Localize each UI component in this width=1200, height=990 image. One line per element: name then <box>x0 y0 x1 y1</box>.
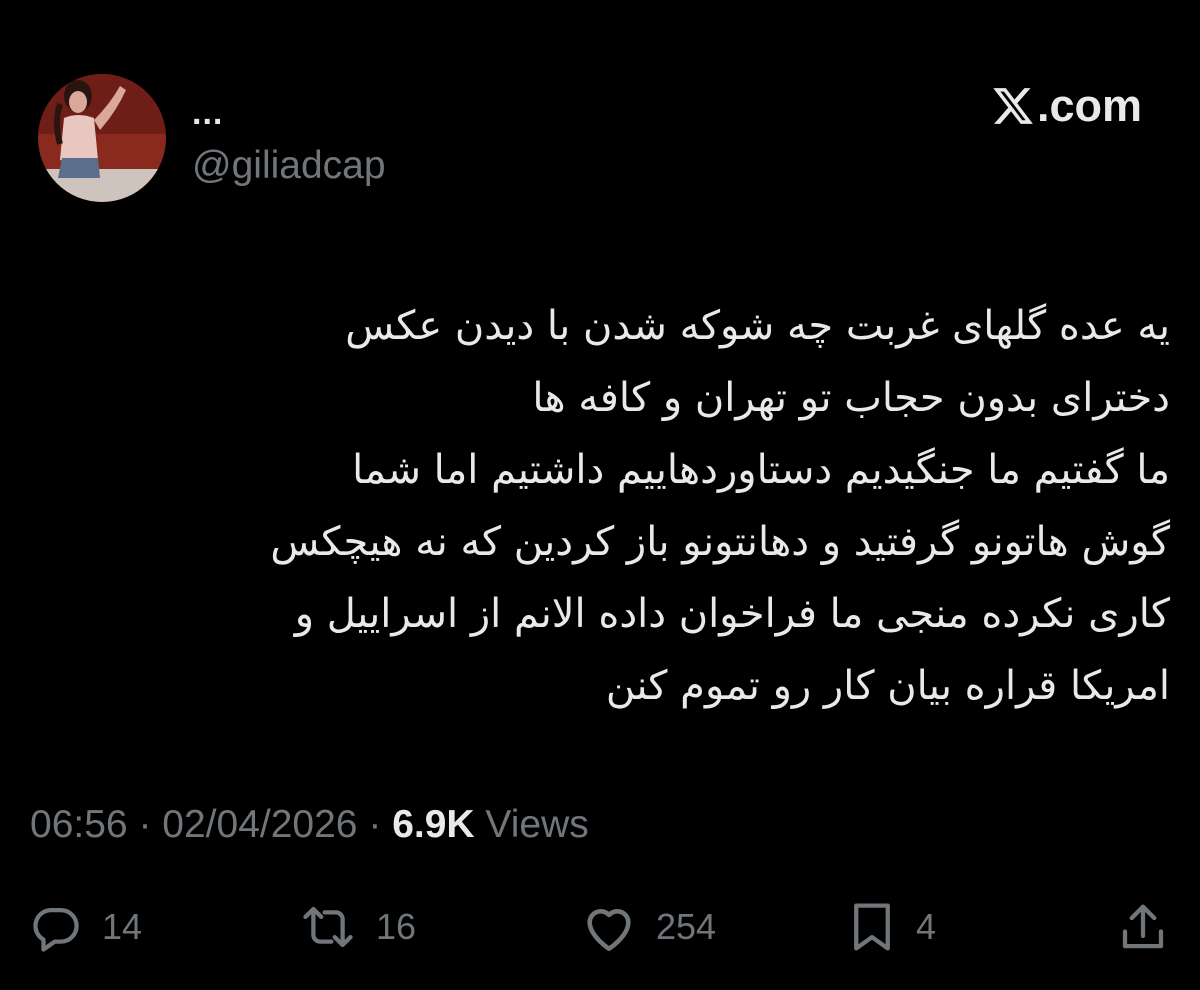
x-logo-icon <box>993 88 1033 124</box>
reply-count: 14 <box>102 906 143 947</box>
like-count: 254 <box>656 906 717 947</box>
reply-icon <box>33 907 79 952</box>
tweet-actions: 14 16 254 4 <box>0 900 1200 960</box>
user-handle[interactable]: @giliadcap <box>192 143 386 189</box>
profile-photo <box>38 74 166 202</box>
meta-separator: · <box>368 803 382 846</box>
bookmark-button[interactable]: 4 <box>846 900 936 954</box>
retweet-count: 16 <box>376 906 417 947</box>
tweet-line: امریکا قراره بیان کار رو تموم کنن <box>605 663 1170 709</box>
tweet-text: یه عده گلهای غربت چه شوکه شدن با دیدن عک… <box>20 290 1170 722</box>
share-button[interactable] <box>1118 900 1168 954</box>
tweet-line: گوش هاتونو گرفتید و دهانتونو باز کردین ک… <box>270 519 1170 565</box>
like-button[interactable]: 254 <box>580 900 716 954</box>
views-label[interactable]: Views <box>485 803 588 846</box>
tweet-time[interactable]: 06:56 <box>30 803 128 846</box>
tweet-line: دخترای بدون حجاب تو تهران و کافه ها <box>532 375 1170 421</box>
tweet-line: کاری نکرده منجی ما فراخوان داده الانم از… <box>294 591 1170 637</box>
retweet-icon <box>303 906 353 948</box>
display-name[interactable]: ... <box>192 96 223 130</box>
tweet-line: ما گفتیم ما جنگیدیم دستاوردهاییم داشتیم … <box>352 447 1170 493</box>
bookmark-count: 4 <box>916 906 937 947</box>
meta-separator: · <box>138 803 152 846</box>
views-count[interactable]: 6.9K <box>392 803 474 846</box>
tweet-line: یه عده گلهای غربت چه شوکه شدن با دیدن عک… <box>345 303 1170 349</box>
retweet-button[interactable]: 16 <box>298 900 416 954</box>
share-icon <box>1122 904 1164 949</box>
tweet-meta: 06:56 · 02/04/2026 · 6.9K Views <box>30 802 589 848</box>
heart-icon <box>587 909 631 952</box>
x-brand: .com <box>991 82 1142 130</box>
tweet-date[interactable]: 02/04/2026 <box>162 803 357 846</box>
bookmark-icon <box>854 903 890 951</box>
avatar[interactable] <box>38 74 166 202</box>
reply-button[interactable]: 14 <box>30 900 142 954</box>
brand-domain: .com <box>1036 80 1142 131</box>
